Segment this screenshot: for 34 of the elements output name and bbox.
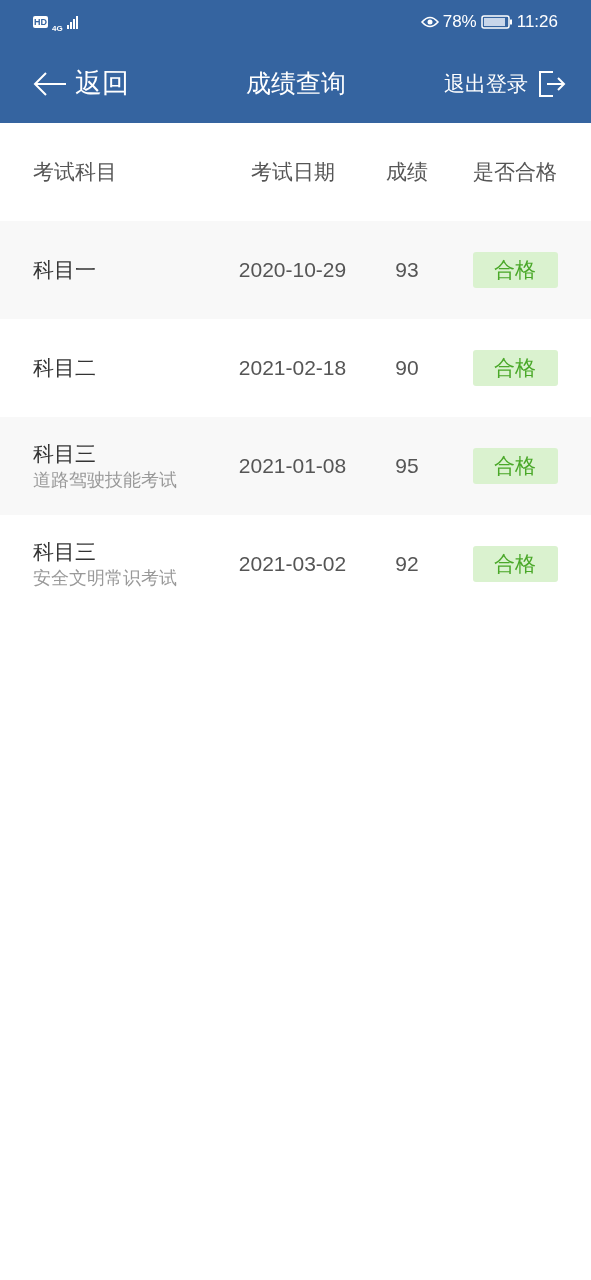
exam-date: 2021-02-18 bbox=[237, 355, 348, 382]
logout-icon bbox=[538, 70, 566, 97]
hd-indicator: HD bbox=[33, 16, 48, 28]
column-header: 考试科目 bbox=[32, 159, 118, 186]
battery-percent: 78% bbox=[442, 11, 477, 34]
column-header: 成绩 bbox=[385, 159, 429, 186]
logout-button[interactable]: 退出登录 bbox=[444, 67, 566, 100]
subject-name: 科目一 bbox=[33, 257, 97, 283]
exam-date: 2020-10-29 bbox=[237, 257, 348, 284]
pass-badge: 合格 bbox=[472, 448, 558, 484]
battery-icon bbox=[480, 15, 513, 29]
signal-icon bbox=[66, 15, 81, 29]
subject-subtitle: 安全文明常识考试 bbox=[33, 567, 178, 590]
subject-name: 科目三 bbox=[33, 441, 97, 467]
exam-score: 90 bbox=[394, 355, 420, 382]
exam-date: 2021-03-02 bbox=[237, 551, 348, 578]
column-header: 是否合格 bbox=[472, 159, 558, 186]
subject-name: 科目二 bbox=[33, 355, 97, 381]
exam-date: 2021-01-08 bbox=[237, 453, 348, 480]
pass-badge: 合格 bbox=[472, 252, 558, 288]
subject-name: 科目三 bbox=[33, 539, 97, 565]
exam-score: 92 bbox=[394, 551, 420, 578]
pass-badge: 合格 bbox=[472, 350, 558, 386]
column-header: 考试日期 bbox=[249, 159, 336, 186]
back-arrow-icon bbox=[33, 70, 67, 97]
exam-score: 95 bbox=[394, 453, 420, 480]
eye-icon bbox=[420, 16, 439, 28]
subject-subtitle: 道路驾驶技能考试 bbox=[33, 469, 178, 492]
clock-time: 11:26 bbox=[516, 11, 558, 34]
pass-badge: 合格 bbox=[472, 546, 558, 582]
page-title: 成绩查询 bbox=[245, 67, 346, 99]
back-button[interactable]: 返回 bbox=[33, 63, 129, 104]
network-label: 4G bbox=[52, 24, 63, 33]
exam-score: 93 bbox=[394, 257, 420, 284]
